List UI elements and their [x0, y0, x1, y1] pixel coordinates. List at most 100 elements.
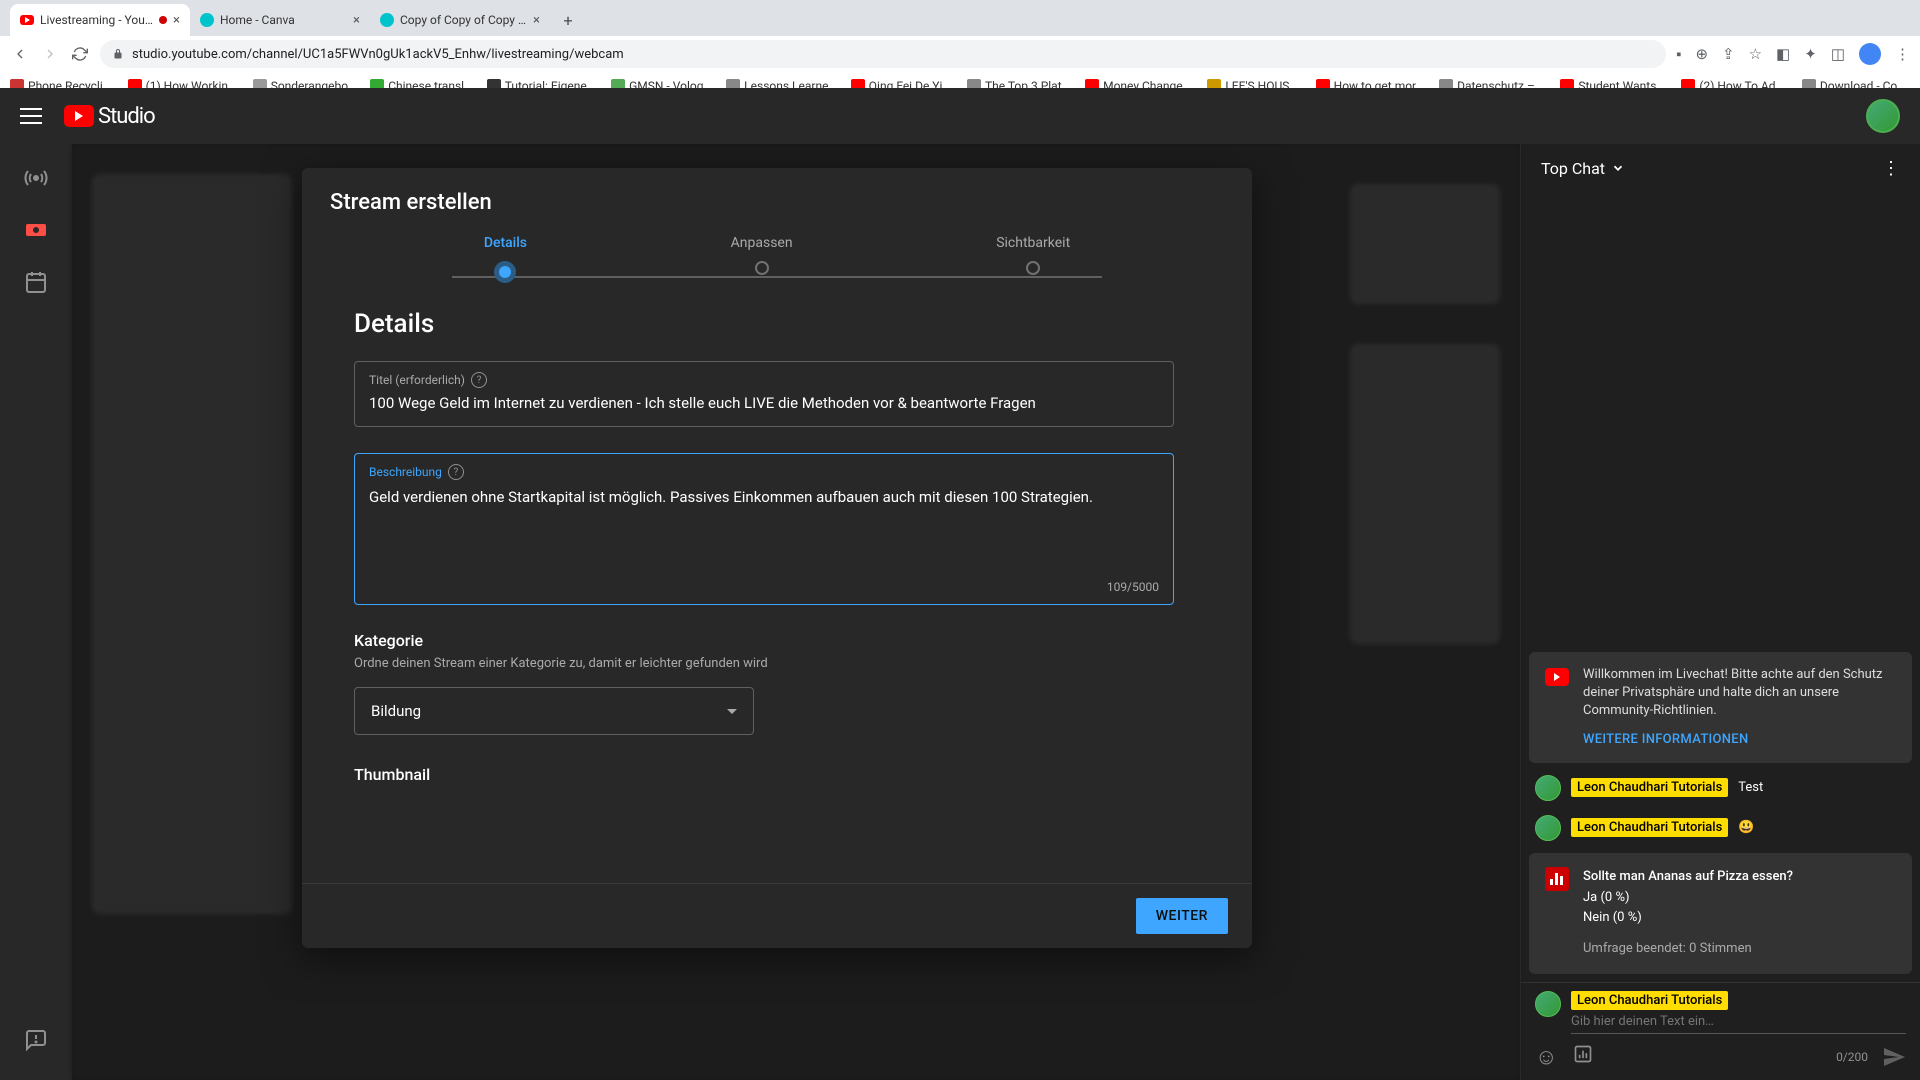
- app-header: Studio: [0, 88, 1920, 144]
- lock-icon: [112, 48, 124, 60]
- chat-text: 😃: [1738, 820, 1754, 835]
- star-icon[interactable]: ☆: [1749, 45, 1762, 63]
- zoom-icon[interactable]: ⊕: [1695, 45, 1708, 63]
- main-area: Stream erstellen Details Anpassen Sichtb…: [72, 144, 1520, 1080]
- dialog-body[interactable]: Details Titel (erforderlich) ? Beschreib…: [302, 283, 1252, 883]
- rail-webcam-icon[interactable]: [8, 206, 64, 254]
- category-value: Bildung: [371, 702, 421, 720]
- stepper: Details Anpassen Sichtbarkeit: [302, 229, 1252, 283]
- chat-author-badge[interactable]: Leon Chaudhari Tutorials: [1571, 818, 1728, 837]
- close-tab-icon[interactable]: ×: [533, 13, 540, 28]
- chat-welcome-notice: Willkommen im Livechat! Bitte achte auf …: [1529, 652, 1912, 763]
- dialog-footer: WEITER: [302, 883, 1252, 948]
- tab-strip: Livestreaming - YouTube S × Home - Canva…: [0, 0, 1920, 36]
- app-body: Stream erstellen Details Anpassen Sichtb…: [0, 144, 1920, 1080]
- emoji-icon[interactable]: ☺: [1535, 1044, 1557, 1070]
- title-input[interactable]: [369, 394, 1159, 412]
- canva-favicon: [200, 13, 214, 27]
- rail-manage-icon[interactable]: [8, 258, 64, 306]
- poll-question: Sollte man Ananas auf Pizza essen?: [1583, 867, 1793, 888]
- step-dot-icon: [755, 261, 769, 275]
- compose-counter: 0/200: [1836, 1050, 1868, 1064]
- next-button[interactable]: WEITER: [1136, 898, 1228, 934]
- tab-title: Copy of Copy of Copy of Cop: [400, 13, 527, 27]
- chat-author-badge[interactable]: Leon Chaudhari Tutorials: [1571, 778, 1728, 797]
- chat-message: Leon Chaudhari Tutorials Test: [1529, 773, 1912, 803]
- poll-option: Ja (0 %): [1583, 888, 1793, 909]
- camera-indicator-icon[interactable]: ▪: [1676, 45, 1681, 63]
- youtube-icon: [1545, 668, 1569, 686]
- poll-create-icon[interactable]: [1573, 1044, 1593, 1070]
- notice-text: Willkommen im Livechat! Bitte achte auf …: [1583, 666, 1896, 721]
- chat-poll: Sollte man Ananas auf Pizza essen? Ja (0…: [1529, 853, 1912, 974]
- chat-text: Test: [1738, 780, 1763, 795]
- help-icon[interactable]: ?: [471, 372, 487, 388]
- category-heading: Kategorie: [354, 631, 1200, 650]
- tab-title: Home - Canva: [220, 13, 347, 27]
- thumbnail-heading: Thumbnail: [354, 765, 1200, 784]
- notice-link[interactable]: WEITERE INFORMATIONEN: [1583, 731, 1896, 749]
- puzzle-icon[interactable]: ✦: [1804, 45, 1817, 63]
- send-icon[interactable]: [1882, 1045, 1906, 1069]
- poll-option: Nein (0 %): [1583, 908, 1793, 929]
- compose-avatar[interactable]: [1535, 991, 1561, 1017]
- recording-indicator-icon: [159, 16, 167, 24]
- account-avatar[interactable]: [1866, 99, 1900, 133]
- description-field[interactable]: Beschreibung ? 109/5000: [354, 453, 1174, 605]
- new-tab-button[interactable]: +: [554, 6, 582, 34]
- canva-favicon: [380, 13, 394, 27]
- chat-menu-icon[interactable]: ⋮: [1882, 158, 1900, 179]
- menu-icon[interactable]: ⋮: [1895, 45, 1910, 63]
- browser-chrome: Livestreaming - YouTube S × Home - Canva…: [0, 0, 1920, 88]
- url-text: studio.youtube.com/channel/UC1a5FWVn0gUk…: [132, 47, 624, 62]
- compose-author-badge: Leon Chaudhari Tutorials: [1571, 991, 1728, 1010]
- chat-messages[interactable]: Willkommen im Livechat! Bitte achte auf …: [1521, 192, 1920, 982]
- close-tab-icon[interactable]: ×: [173, 13, 180, 28]
- step-dot-icon: [1026, 261, 1040, 275]
- reload-button[interactable]: [70, 44, 90, 64]
- chat-avatar[interactable]: [1535, 815, 1561, 841]
- poll-ended-text: Umfrage beendet: 0 Stimmen: [1583, 939, 1793, 960]
- title-field[interactable]: Titel (erforderlich) ?: [354, 361, 1174, 427]
- extension-icon[interactable]: ◧: [1776, 45, 1790, 63]
- chat-header: Top Chat ⋮: [1521, 144, 1920, 192]
- chat-message: Leon Chaudhari Tutorials 😃: [1529, 813, 1912, 843]
- browser-tab[interactable]: Home - Canva ×: [190, 4, 370, 36]
- youtube-play-icon: [64, 105, 94, 127]
- logo-text: Studio: [98, 104, 155, 129]
- rail-feedback-icon[interactable]: [8, 1016, 64, 1064]
- chat-avatar[interactable]: [1535, 775, 1561, 801]
- rail-stream-icon[interactable]: [8, 154, 64, 202]
- description-input[interactable]: [369, 486, 1159, 586]
- poll-icon: [1545, 867, 1569, 891]
- panel-icon[interactable]: ◫: [1831, 45, 1845, 63]
- hamburger-menu-icon[interactable]: [20, 104, 44, 128]
- left-rail: [0, 144, 72, 1080]
- address-bar: studio.youtube.com/channel/UC1a5FWVn0gUk…: [0, 36, 1920, 72]
- help-icon[interactable]: ?: [448, 464, 464, 480]
- browser-tab[interactable]: Copy of Copy of Copy of Cop ×: [370, 4, 550, 36]
- youtube-studio-app: Studio: [0, 88, 1920, 1080]
- browser-tab-active[interactable]: Livestreaming - YouTube S ×: [10, 4, 190, 36]
- share-icon[interactable]: ⇪: [1722, 45, 1735, 63]
- step-visibility[interactable]: Sichtbarkeit: [996, 235, 1070, 283]
- close-tab-icon[interactable]: ×: [353, 13, 360, 28]
- youtube-studio-logo[interactable]: Studio: [64, 104, 155, 129]
- create-stream-dialog: Stream erstellen Details Anpassen Sichtb…: [302, 168, 1252, 948]
- char-counter: 109/5000: [1107, 580, 1159, 594]
- forward-button[interactable]: [40, 44, 60, 64]
- step-details[interactable]: Details: [484, 235, 527, 283]
- step-customize[interactable]: Anpassen: [731, 235, 793, 283]
- youtube-favicon: [20, 13, 34, 27]
- chat-input[interactable]: [1571, 1014, 1906, 1034]
- category-select[interactable]: Bildung: [354, 687, 754, 735]
- chevron-down-icon: [1611, 161, 1625, 175]
- chat-mode-selector[interactable]: Top Chat: [1541, 159, 1625, 178]
- chat-compose: Leon Chaudhari Tutorials ☺ 0/200: [1521, 982, 1920, 1080]
- url-field[interactable]: studio.youtube.com/channel/UC1a5FWVn0gUk…: [100, 40, 1666, 68]
- section-heading: Details: [354, 309, 1200, 339]
- back-button[interactable]: [10, 44, 30, 64]
- description-label: Beschreibung: [369, 465, 442, 479]
- profile-avatar[interactable]: [1859, 43, 1881, 65]
- address-bar-actions: ▪ ⊕ ⇪ ☆ ◧ ✦ ◫ ⋮: [1676, 43, 1910, 65]
